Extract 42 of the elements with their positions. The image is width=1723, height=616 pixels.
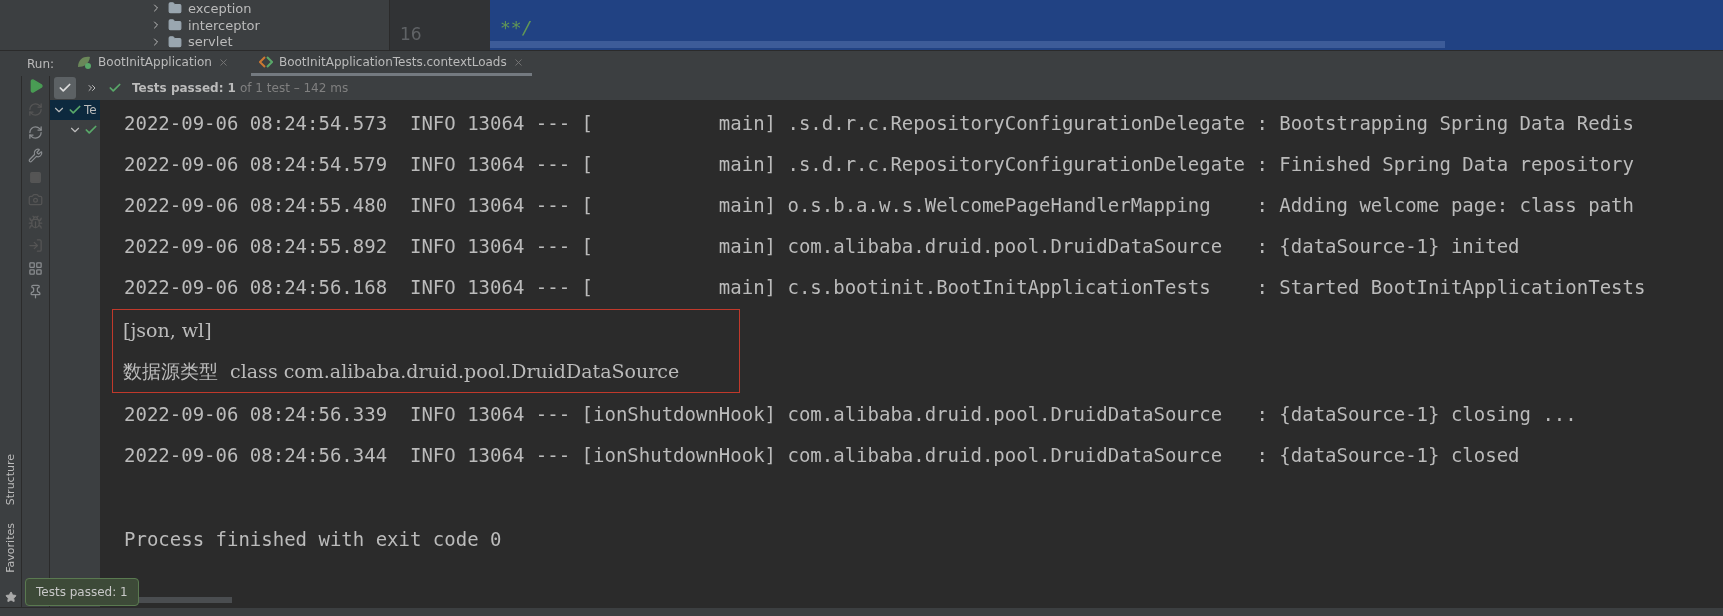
check-icon	[68, 103, 82, 117]
folder-icon	[168, 18, 182, 32]
tooltip: Tests passed: 1	[25, 578, 139, 606]
console-line: Process finished with exit code 0	[124, 527, 502, 552]
run-tab[interactable]: BootInitApplicationTests.contextLoads	[250, 51, 532, 76]
project-tree-item[interactable]: interceptor	[150, 16, 389, 34]
check-icon	[84, 123, 98, 137]
star-icon[interactable]	[4, 591, 17, 603]
side-tab[interactable]: Structure	[4, 454, 17, 506]
project-tree-item[interactable]: servlet	[150, 33, 389, 50]
check-icon	[58, 81, 72, 95]
close-icon[interactable]	[217, 56, 229, 68]
refresh-icon[interactable]	[28, 125, 43, 140]
run-tab[interactable]: BootInitApplication	[68, 51, 237, 76]
console-line: 2022-09-06 08:24:56.344 INFO 13064 --- [ionShutdownHook] com.alibaba.druid.pool.DruidDataSource : {dataSource-1} closed	[124, 443, 1521, 468]
console-line: 2022-09-06 08:24:56.168 INFO 13064 --- [ main] c.s.bootinit.BootInitApplicationTests : Started BootInitApplicationTests	[124, 275, 1646, 300]
test-tree-row[interactable]: Te	[50, 100, 100, 120]
console-line: 2022-09-06 08:24:55.480 INFO 13064 --- [ main] o.s.b.a.w.s.WelcomePageHandlerMapping : Adding welcome page: class path	[124, 193, 1635, 218]
test-status: Tests passed: 1	[132, 81, 236, 95]
run-label: Run:	[27, 56, 55, 71]
diamond-icon	[258, 56, 273, 68]
console-line: [json, wl]	[123, 318, 213, 343]
side-tab[interactable]: Favorites	[4, 523, 17, 573]
console-line: 2022-09-06 08:24:55.892 INFO 13064 --- [ main] com.alibaba.druid.pool.DruidDataSource : {dataSource-1} inited	[124, 234, 1521, 259]
console-line: 2022-09-06 08:24:54.573 INFO 13064 --- [ main] .s.d.r.c.RepositoryConfigurationDelegate : Bootstrapping Spring Data Redis	[124, 111, 1635, 136]
show-passed-toggle[interactable]	[54, 77, 76, 99]
folder-icon	[168, 1, 182, 16]
close-icon[interactable]	[512, 56, 524, 68]
pin-icon[interactable]	[28, 284, 43, 299]
code-line: **/	[500, 17, 534, 38]
scrollbar[interactable]	[490, 41, 1445, 48]
test-detail: of 1 test – 142 ms	[239, 81, 349, 95]
project-tree-item[interactable]: exception	[150, 0, 389, 17]
wrench-icon[interactable]	[28, 148, 43, 163]
check-icon	[108, 81, 122, 95]
layout-icon[interactable]	[28, 261, 43, 276]
leaf-icon	[76, 55, 93, 69]
console-line: 2022-09-06 08:24:56.339 INFO 13064 --- [ionShutdownHook] com.alibaba.druid.pool.DruidDataSource : {dataSource-1} closing ...	[124, 402, 1577, 427]
folder-icon	[168, 34, 182, 49]
console-line: 2022-09-06 08:24:54.579 INFO 13064 --- [ main] .s.d.r.c.RepositoryConfigurationDelegate : Finished Spring Data repository	[124, 152, 1635, 177]
console-line: 数据源类型 class com.alibaba.druid.pool.DruidDataSource	[123, 359, 680, 384]
more-icon[interactable]	[86, 82, 98, 94]
